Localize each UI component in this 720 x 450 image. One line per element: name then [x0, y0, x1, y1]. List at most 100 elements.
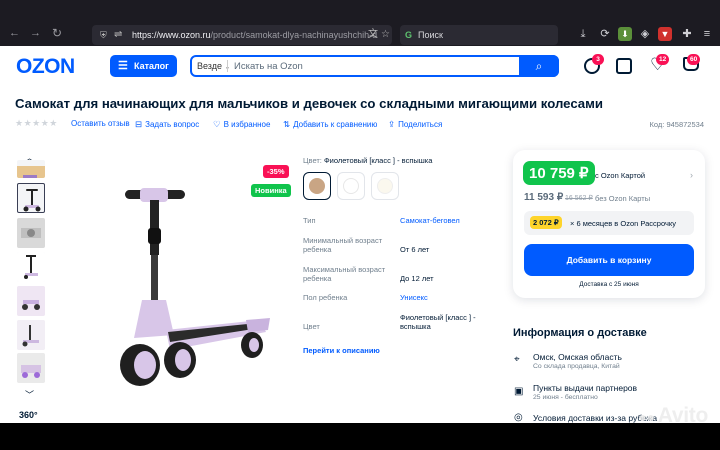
reload-button[interactable]: ↻ [52, 26, 62, 40]
scooter-illustration [120, 188, 270, 386]
product-title: Самокат для начинающих для мальчиков и д… [15, 96, 604, 111]
swatch-color [309, 178, 325, 194]
back-button[interactable]: ← [9, 27, 20, 39]
discount-badge: -35% [263, 165, 289, 178]
orders-icon[interactable] [616, 58, 632, 74]
delivery-city[interactable]: Омск, Омская область [533, 352, 622, 362]
heart-icon: ♡ [213, 119, 221, 129]
color-swatch-selected[interactable] [303, 172, 331, 200]
spec-key: Минимальный возраст ребенка [303, 236, 383, 254]
browser-chrome: ← → ↻ ⛨ ⇌ https://www.ozon.ru/product/sa… [0, 0, 720, 46]
color-swatch[interactable] [337, 172, 365, 200]
favorites-badge: 12 [656, 54, 670, 65]
spec-value-link[interactable]: Унисекс [400, 293, 490, 302]
installment-offer[interactable]: 2 072 ₽ × 6 месяцев в Ozon Рассрочку [524, 211, 694, 235]
search-divider [227, 60, 228, 72]
compare-label: Добавить к сравнению [293, 120, 378, 129]
ask-question-label: Задать вопрос [145, 120, 200, 129]
browser-search-placeholder: Поиск [418, 30, 443, 40]
site-header: OZON ☰ Каталог Везде ⌄ ⌕ 3 ♡ 12 60 [0, 46, 720, 88]
compare-icon: ⇅ [283, 119, 291, 129]
site-search: Везде ⌄ ⌕ [190, 55, 559, 77]
old-price: 16 562 ₽ [565, 195, 593, 202]
extension-red-icon[interactable]: ▼ [658, 27, 672, 41]
translate-icon[interactable]: 文 [368, 25, 378, 45]
spec-key: Максимальный возраст ребенка [303, 265, 386, 283]
thumbnail[interactable] [17, 320, 45, 350]
thumbnail[interactable] [17, 353, 45, 383]
goto-description-link[interactable]: Перейти к описанию [303, 346, 380, 355]
delivery-heading: Информация о доставке [513, 327, 647, 339]
spec-key: Тип [303, 216, 316, 225]
ask-question-link[interactable]: ⊟ Задать вопрос [135, 119, 199, 130]
search-engine-icon: G [405, 30, 413, 40]
ozon-card-label: с Ozon Картой [595, 171, 646, 180]
add-to-favorites-link[interactable]: ♡ В избранное [213, 119, 270, 130]
compare-link[interactable]: ⇅ Добавить к сравнению [283, 119, 377, 130]
catalog-button[interactable]: ☰ Каталог [110, 55, 177, 77]
share-label: Поделиться [398, 120, 443, 129]
watermark-text: Avito [657, 404, 709, 427]
thumb-down-chevron-icon[interactable]: ﹀ [25, 388, 34, 401]
search-scope-select[interactable]: Везде ⌄ [197, 57, 230, 77]
avito-watermark: ●● Avito [638, 404, 708, 428]
puzzle-icon[interactable]: ✚ [680, 27, 694, 41]
lock-icon: ⛨ [100, 30, 107, 40]
thumbnail[interactable] [17, 160, 45, 178]
forward-button[interactable]: → [30, 27, 41, 39]
bookmark-star-icon[interactable]: ☆ [381, 25, 390, 45]
pickup-box-icon: ▣ [514, 386, 524, 397]
address-bar[interactable]: ⛨ ⇌ https://www.ozon.ru/product/samokat-… [92, 25, 392, 45]
color-label: Цвет: [303, 156, 322, 165]
pickup-points[interactable]: Пункты выдачи партнеров [533, 383, 637, 393]
bottom-bar [0, 423, 720, 450]
ozon-card-price: 10 759 ₽ [523, 161, 595, 185]
downloads-icon[interactable]: ⤓ [576, 27, 590, 41]
extension-icon[interactable]: ⬇ [618, 27, 632, 41]
thumbnail[interactable] [17, 286, 45, 316]
rating-stars-icon: ★★★★★ [15, 118, 58, 128]
thumbnail-active[interactable] [17, 183, 45, 213]
share-icon: ⇪ [388, 119, 396, 129]
chevron-right-icon[interactable]: › [690, 170, 693, 180]
watermark-dots-icon: ●● [638, 409, 655, 425]
swatch-color [343, 178, 359, 194]
catalog-label: Каталог [134, 61, 169, 71]
thumbnail[interactable] [17, 218, 45, 248]
no-card-label: без Ozon Карты [595, 194, 651, 203]
url-domain: https://www.ozon.ru [132, 30, 211, 40]
sync-icon[interactable]: ⟳ [598, 27, 612, 41]
installment-text: × 6 месяцев в Ozon Рассрочку [570, 219, 677, 228]
regular-price: 11 593 ₽ [524, 192, 564, 203]
permissions-icon[interactable]: ⇌ [114, 25, 122, 45]
search-button[interactable]: ⌕ [519, 55, 559, 77]
leave-review-link[interactable]: Оставить отзыв [71, 119, 130, 128]
swatch-color [377, 178, 393, 194]
extension-shield-icon[interactable]: ◈ [638, 27, 652, 41]
add-to-cart-button[interactable]: Добавить в корзину [524, 244, 694, 276]
spec-key: Цвет [303, 322, 320, 331]
pickup-date: 25 июня - бесплатно [533, 394, 598, 401]
spec-value-link[interactable]: Самокат-беговел [400, 216, 490, 225]
product-main-image[interactable] [70, 160, 290, 410]
share-link[interactable]: ⇪ Поделиться [388, 119, 442, 130]
view-360-button[interactable]: 360° [19, 410, 38, 420]
menu-icon[interactable]: ≡ [700, 27, 714, 41]
thumbnail[interactable] [17, 252, 45, 282]
url-path: /product/samokat-dlya-nachinayushchih-d [210, 30, 378, 40]
abroad-delivery-icon: ◎ [514, 412, 523, 423]
spec-value: От 6 лет [400, 245, 430, 254]
cart-badge: 60 [687, 54, 701, 65]
orders-badge: 3 [592, 54, 604, 65]
search-input[interactable] [234, 58, 504, 74]
catalog-menu-icon: ☰ [118, 60, 128, 72]
delivery-date: Доставка с 25 июня [579, 281, 639, 288]
price-card: 10 759 ₽ с Ozon Картой › 11 593 ₽ 16 562… [513, 150, 705, 298]
favorites-label: В избранное [223, 120, 271, 129]
ozon-logo[interactable]: OZON [16, 55, 75, 79]
product-code: Код: 945872534 [649, 120, 704, 129]
color-heading: Цвет: Фиолетовый [класс ] - вспышка [303, 156, 432, 165]
browser-search-bar[interactable]: G Поиск [400, 25, 558, 45]
spec-value: Фиолетовый [класс ] - вспышка [400, 313, 476, 331]
color-swatch[interactable] [371, 172, 399, 200]
